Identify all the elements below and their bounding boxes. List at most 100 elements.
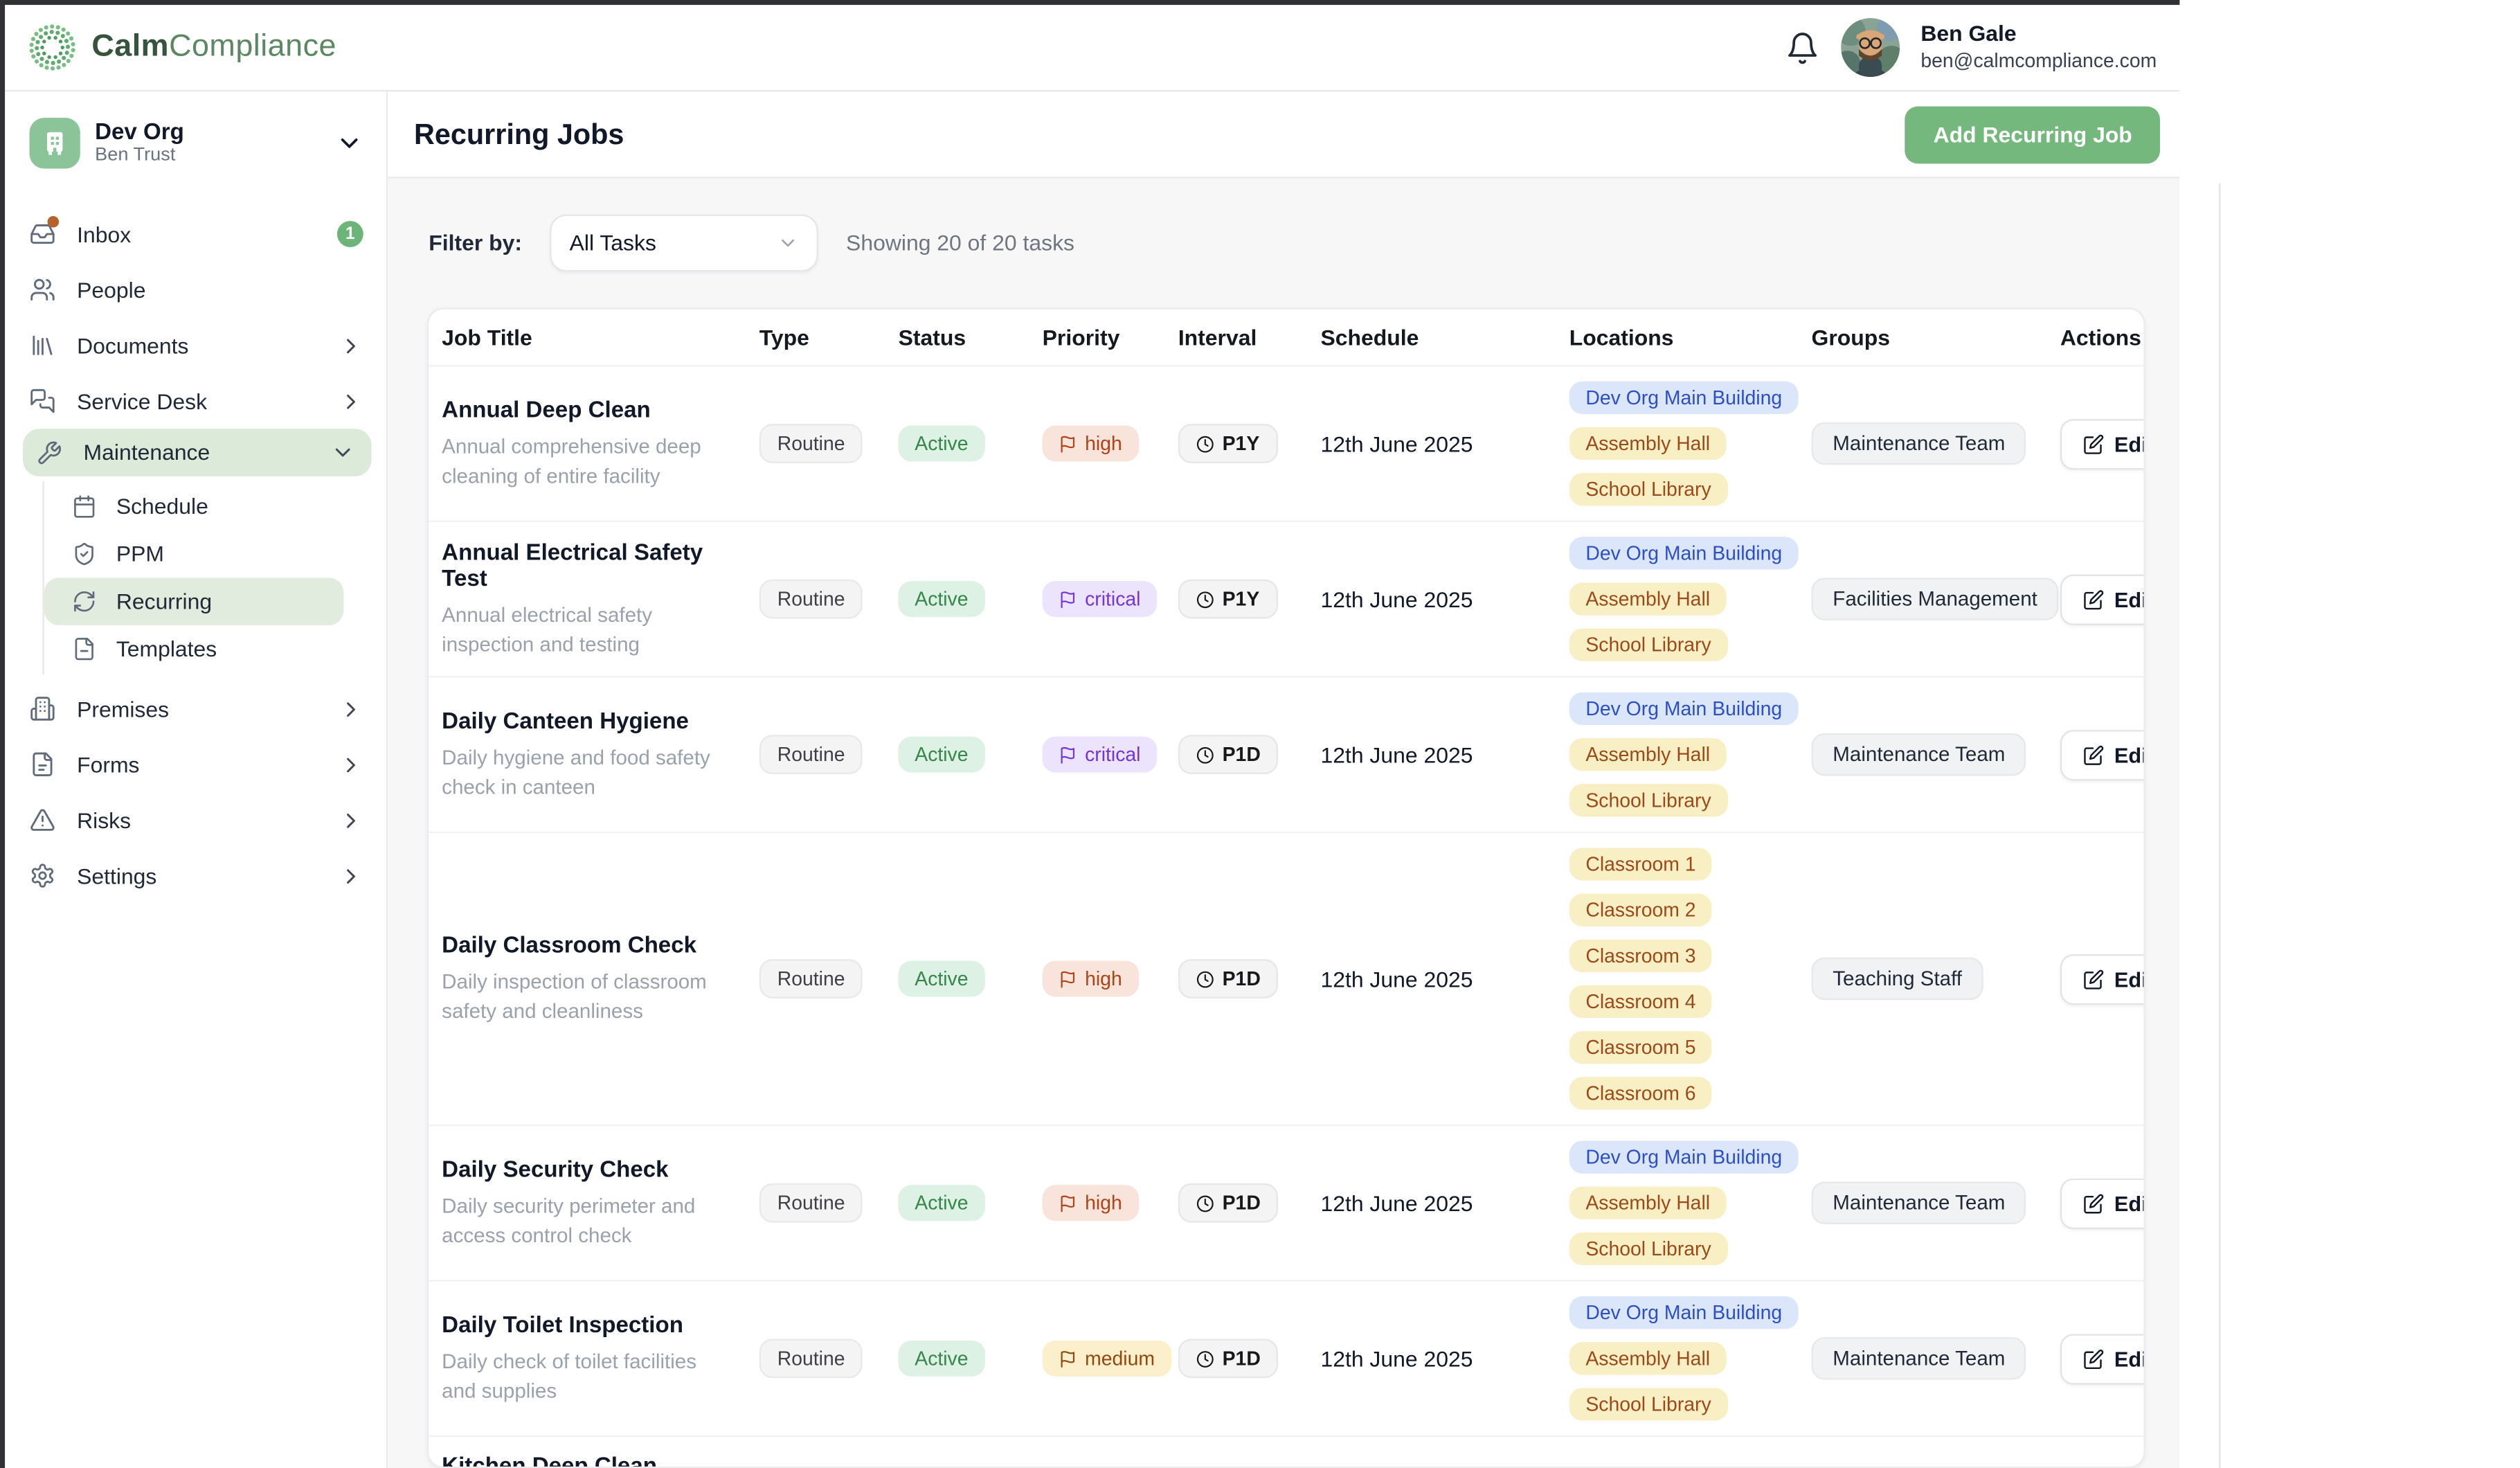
table-row-kitchen-deep-clean: Kitchen Deep CleanWeekly deep cleaning o… [429,1435,2143,1468]
status-badge: Active [899,426,985,462]
group-badge: Maintenance Team [1812,1337,2027,1379]
org-owner: Ben Trust [95,145,184,168]
locations-cell: Dev Org Main BuildingAssembly HallSchool… [1556,692,1799,817]
schedule-cell: 12th June 2025 [1308,1191,1556,1215]
task-filter-select[interactable]: All Tasks [550,215,818,272]
actions-cell: Edit [2047,418,2145,469]
sidebar-item-label: Schedule [116,494,208,519]
job-title[interactable]: Daily Classroom Check [442,931,746,958]
job-title[interactable]: Annual Deep Clean [442,396,746,422]
sidebar-item-label: Risks [77,807,131,832]
job-description: Daily inspection of classroom safety and… [442,967,720,1027]
table-row-daily-canteen-hygiene: Daily Canteen Hygiene Daily hygiene and f… [429,676,2143,832]
sidebar-item-forms[interactable]: Forms [5,737,386,792]
sidebar-item-ppm[interactable]: PPM [44,530,386,578]
page-title: Recurring Jobs [414,117,624,152]
form-icon [30,751,56,778]
building-icon [30,696,56,722]
chevron-right-icon [339,752,363,776]
groups-cell: Facilities Management [1799,578,2047,620]
job-title[interactable]: Kitchen Deep Clean [442,1452,746,1468]
flag-icon [1059,969,1077,987]
type-badge: Routine [759,580,863,619]
location-chip-school-library: School Library [1569,1388,1728,1420]
interval-cell: P1D [1165,735,1308,774]
edit-button[interactable]: Edit [2060,954,2145,1004]
edit-icon [2083,433,2105,454]
type-badge: Routine [759,959,863,999]
type-cell: Routine [746,424,885,463]
job-title[interactable]: Daily Security Check [442,1155,746,1181]
job-description: Daily security perimeter and access cont… [442,1191,720,1251]
sidebar-item-templates[interactable]: Templates [44,625,386,673]
chevron-right-icon [339,697,363,721]
priority-cell: critical [1029,581,1165,617]
sidebar-item-maintenance[interactable]: Maintenance [23,429,371,476]
interval-badge: P1Y [1178,580,1277,619]
groups-cell: Maintenance Team [1799,733,2047,776]
sidebar-item-risks[interactable]: Risks [5,792,386,848]
sidebar-item-label: Forms [77,752,139,776]
sidebar-item-premises[interactable]: Premises [5,681,386,736]
sidebar-item-schedule[interactable]: Schedule [44,483,386,530]
edit-button[interactable]: Edit [2060,729,2145,780]
sidebar-item-settings[interactable]: Settings [5,848,386,903]
user-info[interactable]: Ben Gale ben@calmcompliance.com [1920,21,2157,73]
schedule-cell: 12th June 2025 [1308,967,1556,991]
interval-badge: P1D [1178,1183,1279,1223]
edit-icon [2083,1348,2105,1369]
user-avatar[interactable] [1841,18,1900,77]
sidebar-item-recurring[interactable]: Recurring [44,578,344,625]
sidebar-item-documents[interactable]: Documents [5,318,386,373]
edit-button[interactable]: Edit [2060,1178,2145,1228]
status-badge: Active [899,960,985,996]
status-cell: Active [885,426,1029,462]
job-description: Annual electrical safety inspection and … [442,600,720,660]
org-switcher[interactable]: Dev Org Ben Trust [5,105,386,185]
calendar-icon [72,494,96,519]
priority-badge: critical [1043,737,1157,773]
alert-icon [30,807,56,833]
flag-icon [1059,435,1077,453]
edit-button[interactable]: Edit [2060,573,2145,624]
job-description: Daily hygiene and food safety check in c… [442,743,720,803]
interval-cell: P1Y [1165,580,1308,619]
location-chip-classroom-3: Classroom 3 [1569,940,1712,972]
type-badge-label: Routine [777,588,845,611]
edit-icon [2083,968,2105,990]
type-cell: Routine [746,1339,885,1378]
interval-badge-label: P1D [1223,967,1261,990]
status-cell: Active [885,737,1029,773]
location-chip-dev-org-main-building: Dev Org Main Building [1569,1140,1799,1173]
group-badge-label: Maintenance Team [1833,432,2005,455]
job-title[interactable]: Daily Canteen Hygiene [442,707,746,733]
edit-button[interactable]: Edit [2060,1333,2145,1384]
showing-count-text: Showing 20 of 20 tasks [846,231,1074,255]
add-recurring-job-button[interactable]: Add Recurring Job [1905,105,2160,163]
location-chip-classroom-5: Classroom 5 [1569,1031,1712,1064]
sidebar-item-inbox[interactable]: Inbox1 [5,206,386,262]
interval-badge-label: P1Y [1223,588,1260,611]
sidebar-item-service-desk[interactable]: Service Desk [5,373,386,429]
avatar-image [1841,18,1900,77]
interval-badge-label: P1D [1223,743,1261,766]
priority-badge-label: high [1085,1192,1122,1215]
window-top-edge [0,0,2179,5]
shield-icon [72,541,96,566]
status-badge: Active [899,1185,985,1221]
bell-icon[interactable] [1785,30,1819,65]
priority-cell: critical [1029,737,1165,773]
sidebar-item-people[interactable]: People [5,262,386,317]
type-badge: Routine [759,735,863,774]
edit-button[interactable]: Edit [2060,418,2145,469]
brand-logo[interactable]: CalmCompliance [24,19,336,75]
flag-icon [1059,1194,1077,1212]
priority-badge: high [1043,426,1139,462]
type-badge-label: Routine [777,1192,845,1215]
brand-name-bold: Calm [91,30,169,64]
scrollbar-track[interactable] [2219,184,2220,1468]
job-title[interactable]: Annual Electrical Safety Test [442,538,746,591]
column-header-priority: Priority [1029,325,1165,349]
table-row-daily-security-check: Daily Security Check Daily security perim… [429,1125,2143,1280]
job-title[interactable]: Daily Toilet Inspection [442,1311,746,1337]
